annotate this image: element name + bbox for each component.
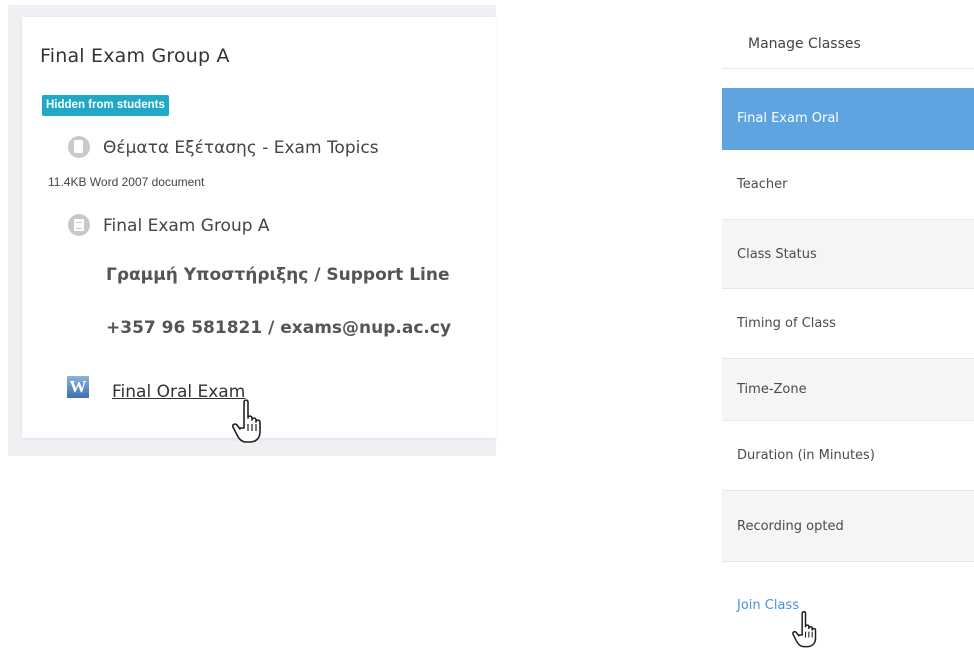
row-label: Duration (in Minutes) — [737, 448, 875, 463]
hand-cursor-icon — [792, 611, 817, 648]
word-icon: W — [67, 376, 89, 398]
row-label: Recording opted — [737, 519, 844, 534]
final-oral-exam-link[interactable]: Final Oral Exam — [112, 382, 245, 402]
file-meta: 11.4KB Word 2007 document — [48, 175, 205, 189]
support-line-label: Γραμμή Υποστήριξης / Support Line — [106, 265, 450, 285]
row-label: Time-Zone — [737, 382, 807, 397]
time-zone-row: Time-Zone — [722, 359, 974, 421]
row-label: Final Exam Oral — [737, 111, 839, 126]
hidden-badge: Hidden from students — [42, 95, 169, 116]
manage-classes-header: Manage Classes — [748, 36, 861, 52]
join-class-row: Join Class — [722, 562, 974, 650]
duration-row: Duration (in Minutes) — [722, 421, 974, 491]
support-contact: +357 96 581821 / exams@nup.ac.cy — [106, 318, 452, 338]
class-title-row: Final Exam Oral — [722, 88, 974, 150]
hand-cursor-icon — [232, 399, 261, 443]
join-class-link[interactable]: Join Class — [737, 598, 799, 613]
row-label: Timing of Class — [737, 316, 836, 331]
row-label: Teacher — [737, 177, 788, 192]
activity-exam-topics-link[interactable]: Θέματα Εξέτασης - Exam Topics — [103, 138, 379, 158]
row-label: Class Status — [737, 247, 817, 262]
activity-final-exam-group-link[interactable]: Final Exam Group A — [103, 216, 270, 236]
recording-row: Recording opted — [722, 491, 974, 562]
header-divider — [722, 68, 974, 69]
class-status-row: Class Status — [722, 220, 974, 289]
document-icon — [68, 136, 90, 158]
teacher-row: Teacher — [722, 150, 974, 220]
page-icon — [68, 214, 90, 236]
timing-of-class-row: Timing of Class — [722, 289, 974, 359]
section-title: Final Exam Group A — [40, 45, 230, 67]
